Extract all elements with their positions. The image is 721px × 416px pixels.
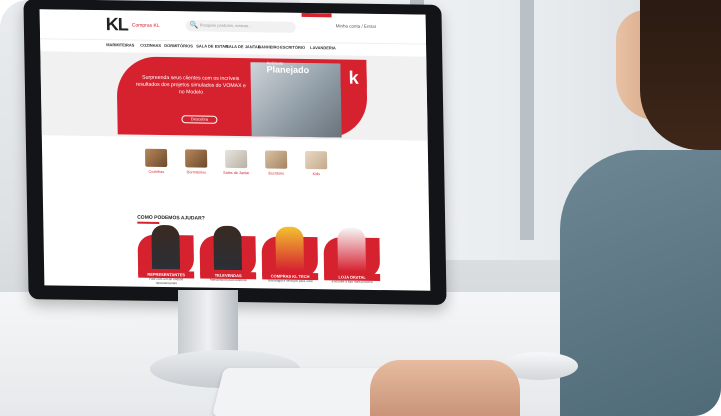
category-item[interactable]: Salas de Jantar: [222, 149, 250, 176]
category-image: [304, 150, 328, 170]
category-label: Cozinhas: [148, 169, 165, 175]
category-item[interactable]: Kids: [302, 150, 330, 177]
logo-subtitle: Compras KL: [131, 22, 160, 29]
hero-title: Planejado: [266, 64, 310, 76]
card-person-image: [151, 224, 181, 270]
category-image: [264, 150, 288, 169]
card-illustration: [337, 227, 367, 272]
search-placeholder: Pesquise produtos, marcas...: [199, 22, 252, 29]
help-title: COMO PODEMOS AJUDAR?: [137, 214, 205, 222]
category-item[interactable]: Escritório: [262, 150, 290, 176]
nav-item[interactable]: DORMITÓRIOS: [164, 43, 193, 48]
search-input[interactable]: 🔍 Pesquise produtos, marcas...: [185, 20, 296, 33]
hero-banner: Surpreenda seus clientes com os incrívei…: [40, 51, 428, 141]
hero-button[interactable]: Descubra: [181, 115, 218, 124]
help-card[interactable]: TELEVENDAS Atendimento pelo telefone: [199, 225, 257, 291]
person-hand: [370, 360, 520, 416]
account-link[interactable]: Minha conta / Entrar: [336, 23, 377, 29]
nav-item[interactable]: MARMITEIRAS: [106, 42, 134, 47]
card-person-image: [213, 225, 243, 271]
site-header: KL Compras KL 🔍 Pesquise produtos, marca…: [39, 9, 427, 45]
hero-text: Surpreenda seus clientes com os incrívei…: [135, 74, 246, 96]
category-row: Cozinhas Dormitórios Salas de Jantar Esc…: [142, 148, 383, 202]
category-item[interactable]: Cozinhas: [142, 148, 170, 175]
category-image: [224, 149, 248, 169]
category-label: Escritório: [268, 171, 285, 176]
website-screen: KL Compras KL 🔍 Pesquise produtos, marca…: [39, 9, 431, 291]
person-shirt: [560, 150, 721, 416]
brand-k-icon: k: [340, 65, 367, 92]
photo-frame: KL Compras KL 🔍 Pesquise produtos, marca…: [0, 0, 721, 416]
category-image: [144, 148, 168, 168]
help-card[interactable]: COMPRAS KL TECH Tecnologia e serviços pa…: [261, 226, 319, 290]
site-logo[interactable]: KL: [106, 14, 128, 35]
category-label: Dormitórios: [186, 170, 207, 175]
nav-item[interactable]: COZINHAS: [140, 43, 161, 48]
nav-item[interactable]: BANHEIRO: [258, 44, 279, 49]
monitor: KL Compras KL 🔍 Pesquise produtos, marca…: [23, 0, 447, 305]
nav-item[interactable]: ESCRITÓRIO: [280, 45, 305, 50]
card-description: Tecnologia e serviços para você: [267, 278, 313, 284]
promo-strip: [301, 12, 332, 18]
search-icon: 🔍: [189, 22, 199, 30]
nav-item[interactable]: LAVANDERIA: [310, 45, 336, 50]
help-card[interactable]: LOJA DIGITAL Encontre a loja mais próxim…: [323, 227, 381, 291]
nav-item[interactable]: SALA DE ESTAR: [196, 43, 228, 48]
help-card[interactable]: REPRESENTANTES Fale com um de nossos rep…: [137, 224, 195, 290]
category-label: Kids: [312, 172, 321, 177]
category-item[interactable]: Dormitórios: [182, 149, 210, 175]
window-mullion: [520, 0, 534, 240]
card-illustration: [275, 226, 305, 271]
card-description: Atendimento pelo telefone: [209, 277, 247, 283]
help-underline: [137, 221, 160, 224]
category-label: Salas de Jantar: [223, 170, 250, 176]
nav-item[interactable]: SALA DE JANTAR: [226, 44, 261, 49]
card-description: Fale com um de nossos representantes: [149, 276, 184, 286]
category-image: [184, 149, 208, 168]
card-description: Encontre a loja mais próxima: [331, 279, 373, 284]
